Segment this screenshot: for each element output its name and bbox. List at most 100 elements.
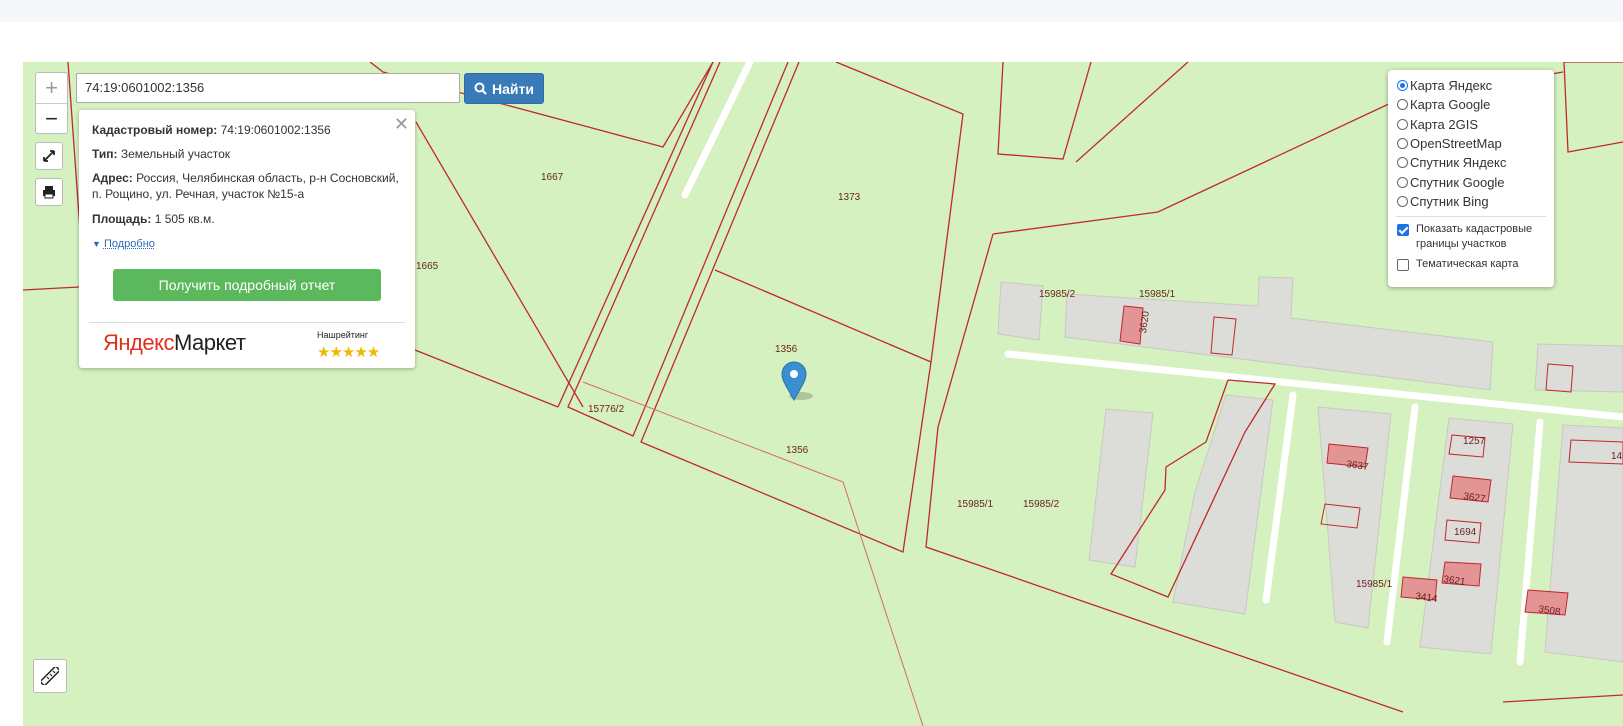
details-label: Подробно xyxy=(103,238,155,250)
radio-icon xyxy=(1397,137,1408,149)
location-marker-icon[interactable] xyxy=(781,361,813,402)
rating-label: Нашрейтинг xyxy=(317,330,369,340)
rating-stars: ★★★★★ xyxy=(317,344,380,361)
address-value: Россия, Челябинская область, р-н Сосновс… xyxy=(92,171,399,201)
layer-option[interactable]: Спутник Google xyxy=(1397,173,1505,191)
road xyxy=(681,62,754,199)
map-label: 15985/2 xyxy=(1039,289,1076,300)
parcel-border xyxy=(1075,62,1189,163)
parcel-border xyxy=(1563,62,1623,153)
building xyxy=(1534,343,1623,393)
map-label: 1356 xyxy=(775,344,798,355)
map-label: 15985/1 xyxy=(957,499,994,510)
print-button[interactable] xyxy=(35,178,63,206)
parcel-border xyxy=(997,62,1092,160)
radio-icon xyxy=(1397,195,1408,207)
address-row: Адрес: Россия, Челябинская область, р-н … xyxy=(92,170,403,202)
search-icon xyxy=(474,82,487,95)
map-label: 15985/2 xyxy=(1023,499,1060,510)
parcel-border xyxy=(714,269,932,363)
map-label: 1356 xyxy=(786,445,809,456)
area-row: Площадь: 1 505 кв.м. xyxy=(92,211,403,227)
ruler-icon xyxy=(41,667,59,685)
report-button[interactable]: Получить подробный отчет xyxy=(113,269,381,301)
type-row: Тип: Земельный участок xyxy=(92,146,403,162)
zoom-out-button[interactable]: − xyxy=(36,103,67,134)
layer-option[interactable]: Карта 2GIS xyxy=(1397,115,1478,133)
checkbox-checked-icon xyxy=(1397,224,1409,236)
radio-icon xyxy=(1397,156,1408,168)
layer-label: OpenStreetMap xyxy=(1410,135,1502,151)
map-label: 1667 xyxy=(541,172,564,183)
map-label: 1694 xyxy=(1454,527,1477,538)
cadastral-label: Кадастровый номер: xyxy=(92,123,218,137)
layer-label: Карта Яндекс xyxy=(1410,77,1493,93)
fullscreen-button[interactable] xyxy=(35,142,63,170)
details-link[interactable]: ▼ Подробно xyxy=(92,238,155,250)
parcel-info-popup: ✕ Кадастровый номер: 74:19:0601002:1356 … xyxy=(79,110,415,368)
layer-option[interactable]: OpenStreetMap xyxy=(1397,134,1502,152)
top-bar xyxy=(0,0,1623,22)
divider xyxy=(89,322,405,323)
building xyxy=(997,281,1044,341)
radio-icon xyxy=(1397,176,1408,188)
zoom-in-button[interactable]: + xyxy=(36,73,67,103)
caret-down-icon: ▼ xyxy=(92,239,101,249)
map-label: 1257 xyxy=(1463,436,1486,447)
checkbox-icon xyxy=(1397,259,1409,271)
road xyxy=(1383,403,1419,646)
map-canvas[interactable]: 1667 1373 1665 1356 15776/2 1356 15985/2… xyxy=(23,62,1623,726)
layer-option[interactable]: Спутник Яндекс xyxy=(1397,153,1506,171)
show-borders-checkbox[interactable]: Показать кадастровые границы участков xyxy=(1397,222,1537,252)
yandex-market-logo[interactable]: ЯндексМаркет xyxy=(103,330,246,356)
layer-label: Карта 2GIS xyxy=(1410,116,1479,132)
parcel-border xyxy=(415,121,584,408)
map-label: 15985/1 xyxy=(1356,579,1393,590)
map-label: 1665 xyxy=(416,261,439,272)
parcel-border xyxy=(414,349,559,408)
expand-icon xyxy=(43,150,55,162)
logo-part: Яндекс xyxy=(103,330,174,355)
map-label: 15985/1 xyxy=(1139,289,1176,300)
building xyxy=(1317,406,1392,629)
checkbox-label: Показать кадастровые границы участков xyxy=(1416,223,1533,250)
divider xyxy=(1396,216,1546,217)
cadastral-row: Кадастровый номер: 74:19:0601002:1356 xyxy=(92,122,403,138)
layer-label: Спутник Google xyxy=(1410,174,1505,190)
zoom-control: + − xyxy=(35,72,68,134)
map-layers-panel: Карта Яндекс Карта Google Карта 2GIS Ope… xyxy=(1388,70,1554,287)
cadastral-value: 74:19:0601002:1356 xyxy=(220,123,331,137)
layer-label: Карта Google xyxy=(1410,96,1491,112)
area-value: 1 505 кв.м. xyxy=(154,212,215,226)
layer-option[interactable]: Карта Google xyxy=(1397,95,1490,113)
logo-part: Маркет xyxy=(173,330,246,355)
map-label: 140 xyxy=(1611,451,1623,462)
map-label: 3508 xyxy=(1538,604,1562,618)
type-value: Земельный участок xyxy=(120,147,231,161)
checkbox-label: Тематическая карта xyxy=(1416,258,1519,270)
radio-icon xyxy=(1397,118,1408,130)
building xyxy=(1088,408,1154,568)
type-label: Тип: xyxy=(92,147,118,161)
area-label: Площадь: xyxy=(92,212,152,226)
thematic-map-checkbox[interactable]: Тематическая карта xyxy=(1397,257,1518,272)
road xyxy=(1516,418,1544,666)
address-label: Адрес: xyxy=(92,171,133,185)
parcel-border xyxy=(1502,694,1623,703)
layer-label: Спутник Яндекс xyxy=(1410,154,1507,170)
parcel-border xyxy=(557,62,714,408)
search-input[interactable]: 74:19:0601002:1356 xyxy=(76,73,460,103)
building xyxy=(1172,394,1274,615)
radio-icon xyxy=(1397,79,1408,91)
map-label: 3414 xyxy=(1415,591,1439,605)
layer-option[interactable]: Карта Яндекс xyxy=(1397,76,1492,94)
radio-icon xyxy=(1397,98,1408,110)
ruler-button[interactable] xyxy=(33,659,67,693)
layer-label: Спутник Bing xyxy=(1410,193,1489,209)
map-label: 15776/2 xyxy=(588,404,625,415)
search-button-label: Найти xyxy=(492,80,534,97)
print-icon xyxy=(43,186,55,199)
layer-option[interactable]: Спутник Bing xyxy=(1397,192,1489,210)
map-label: 1373 xyxy=(838,192,861,203)
search-button[interactable]: Найти xyxy=(464,73,544,104)
